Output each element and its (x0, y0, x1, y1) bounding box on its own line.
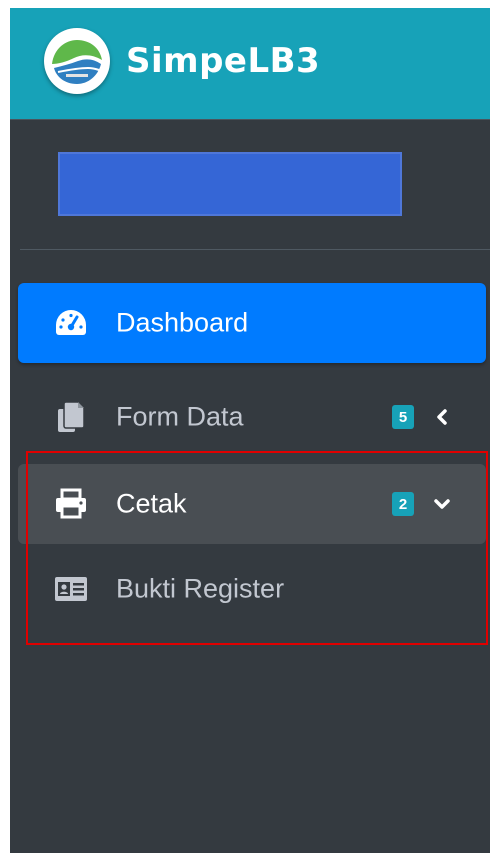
sidebar-item-label: Bukti Register (116, 573, 285, 604)
sidebar-item-label: Dashboard (116, 307, 249, 338)
sidebar-item-label: Form Data (116, 401, 244, 432)
sidebar-item-label: Cetak (116, 488, 187, 519)
sidebar: SimpeLB3 Dashboard Form Data 5 Cetak 2 B… (10, 8, 490, 853)
brand-title: SimpeLB3 (126, 41, 321, 81)
sidebar-item-bukti-register[interactable]: Bukti Register (18, 549, 486, 629)
sidebar-item-dashboard[interactable]: Dashboard (18, 283, 486, 363)
id-card-icon (54, 572, 88, 606)
copy-icon (54, 400, 88, 434)
user-name-placeholder[interactable] (58, 152, 402, 216)
leaf-globe-logo-icon (44, 28, 110, 94)
sidebar-item-form-data[interactable]: Form Data 5 (18, 377, 486, 457)
brand-link[interactable]: SimpeLB3 (10, 8, 490, 120)
tachometer-icon (54, 306, 88, 340)
chevron-down-icon (430, 492, 454, 516)
user-panel (20, 120, 490, 250)
sidebar-item-cetak[interactable]: Cetak 2 (18, 464, 486, 544)
count-badge: 5 (392, 405, 414, 429)
chevron-left-icon (430, 405, 454, 429)
print-icon (54, 487, 88, 521)
count-badge: 2 (392, 492, 414, 516)
